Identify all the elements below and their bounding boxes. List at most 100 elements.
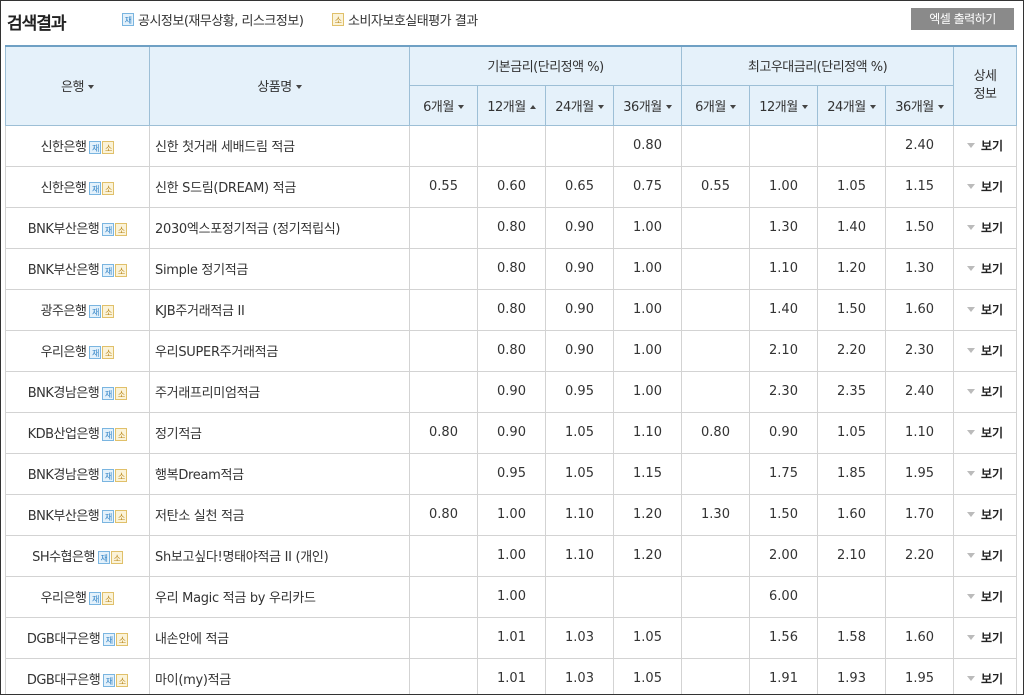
max-rate-cell: 1.95 [884, 452, 955, 495]
detail-cell: 보기 [953, 452, 1018, 495]
view-detail-button[interactable]: 보기 [967, 631, 1003, 645]
sort-max-36m-header[interactable]: 36개월 [884, 84, 955, 126]
bank-name: 신한은행 [40, 140, 87, 155]
view-detail-button[interactable]: 보기 [967, 590, 1003, 604]
max-rate-cell: 1.00 [749, 165, 818, 208]
consumer-badge-icon[interactable]: 소 [116, 633, 129, 646]
view-detail-button[interactable]: 보기 [967, 672, 1003, 686]
bank-cell: DGB대구은행 재 소 [5, 616, 150, 659]
view-detail-button[interactable]: 보기 [967, 303, 1003, 317]
max-rate-cell [817, 575, 886, 618]
base-rate-cell: 0.90 [545, 288, 614, 331]
base-rate-cell: 1.15 [613, 452, 682, 495]
results-header: 검색결과 재 공시정보(재무상황, 리스크정보) 소 소비자보호실태평가 결과 … [1, 1, 1023, 41]
detail-cell: 보기 [953, 165, 1018, 208]
base-rate-cell: 1.00 [613, 206, 682, 249]
base-rate-cell: 0.80 [409, 411, 478, 454]
base-rate-cell: 0.90 [545, 247, 614, 290]
consumer-badge-icon[interactable]: 소 [115, 469, 128, 482]
max-rate-cell: 2.10 [749, 329, 818, 372]
consumer-badge-icon[interactable]: 소 [102, 182, 115, 195]
disclosure-badge-icon[interactable]: 재 [89, 592, 102, 605]
max-rate-cell: 2.00 [749, 534, 818, 577]
view-detail-button[interactable]: 보기 [967, 221, 1003, 235]
sort-down-icon [937, 104, 944, 109]
max-rate-cell: 1.58 [817, 616, 886, 659]
bank-cell: 우리은행 재 소 [5, 329, 150, 372]
legend-disclosure-label: 공시정보(재무상황, 리스크정보) [138, 14, 304, 29]
disclosure-badge-icon[interactable]: 재 [102, 264, 115, 277]
base-rate-cell: 0.80 [477, 247, 546, 290]
view-detail-button[interactable]: 보기 [967, 549, 1003, 563]
disclosure-badge-icon[interactable]: 재 [103, 633, 116, 646]
view-detail-button[interactable]: 보기 [967, 139, 1003, 153]
disclosure-badge-icon[interactable]: 재 [102, 510, 115, 523]
sort-max-6m-header[interactable]: 6개월 [681, 84, 750, 126]
product-name: 신한 S드림(DREAM) 적금 [149, 165, 410, 208]
max-rate-cell [817, 124, 886, 167]
disclosure-badge-icon[interactable]: 재 [103, 674, 116, 687]
sort-base-36m-header[interactable]: 36개월 [613, 84, 682, 126]
base-rate-cell [477, 124, 546, 167]
consumer-badge-icon[interactable]: 소 [115, 223, 128, 236]
disclosure-badge-icon[interactable]: 재 [102, 387, 115, 400]
base-rate-cell: 1.00 [613, 247, 682, 290]
disclosure-badge-icon[interactable]: 재 [97, 551, 110, 564]
base-rate-cell: 0.65 [545, 165, 614, 208]
base-rate-cell: 1.03 [545, 616, 614, 659]
base-rate-cell: 0.90 [477, 411, 546, 454]
consumer-badge-icon[interactable]: 소 [116, 674, 129, 687]
base-rate-cell: 0.80 [409, 493, 478, 536]
base-rate-group-header: 기본금리(단리정액 %) [409, 45, 682, 86]
view-detail-button[interactable]: 보기 [967, 467, 1003, 481]
sort-base-24m-header[interactable]: 24개월 [545, 84, 614, 126]
base-rate-cell: 0.95 [477, 452, 546, 495]
consumer-badge-icon[interactable]: 소 [102, 592, 115, 605]
disclosure-badge-icon[interactable]: 재 [102, 223, 115, 236]
consumer-badge-icon[interactable]: 소 [102, 346, 115, 359]
bank-cell: BNK경남은행 재 소 [5, 370, 150, 413]
sort-max-12m-header[interactable]: 12개월 [749, 84, 818, 126]
view-detail-button[interactable]: 보기 [967, 344, 1003, 358]
disclosure-badge-icon[interactable]: 재 [89, 305, 102, 318]
results-panel: 검색결과 재 공시정보(재무상황, 리스크정보) 소 소비자보호실태평가 결과 … [0, 0, 1024, 695]
consumer-badge-icon[interactable]: 소 [102, 141, 115, 154]
view-detail-button[interactable]: 보기 [967, 180, 1003, 194]
sort-bank-header[interactable]: 은행 [5, 45, 150, 126]
max-rate-cell [681, 124, 750, 167]
sort-base-6m-header[interactable]: 6개월 [409, 84, 478, 126]
disclosure-badge-icon[interactable]: 재 [89, 346, 102, 359]
product-name: 마이(my)적금 [149, 657, 410, 694]
consumer-badge-icon[interactable]: 소 [110, 551, 123, 564]
base-rate-cell: 1.20 [613, 493, 682, 536]
excel-export-button[interactable]: 엑셀 출력하기 [911, 8, 1014, 30]
disclosure-badge-icon[interactable]: 재 [102, 428, 115, 441]
sort-down-icon [869, 104, 876, 109]
base-rate-cell: 1.01 [477, 616, 546, 659]
max-rate-cell: 2.20 [817, 329, 886, 372]
consumer-badge-icon[interactable]: 소 [115, 510, 128, 523]
consumer-badge-icon[interactable]: 소 [115, 264, 128, 277]
sort-product-header[interactable]: 상품명 [149, 45, 410, 126]
sort-max-24m-header[interactable]: 24개월 [817, 84, 886, 126]
base-rate-cell [409, 124, 478, 167]
view-detail-button[interactable]: 보기 [967, 385, 1003, 399]
view-detail-button[interactable]: 보기 [967, 508, 1003, 522]
view-detail-button[interactable]: 보기 [967, 426, 1003, 440]
disclosure-badge-icon: 재 [122, 13, 134, 26]
max-rate-cell [681, 452, 750, 495]
base-rate-cell: 1.00 [477, 534, 546, 577]
sort-base-12m-header[interactable]: 12개월 [477, 84, 546, 126]
consumer-badge-icon[interactable]: 소 [115, 387, 128, 400]
expand-arrow-icon [967, 471, 975, 476]
view-detail-button[interactable]: 보기 [967, 262, 1003, 276]
consumer-badge-icon[interactable]: 소 [102, 305, 115, 318]
consumer-badge-icon[interactable]: 소 [115, 428, 128, 441]
max-rate-cell [681, 370, 750, 413]
disclosure-badge-icon[interactable]: 재 [89, 141, 102, 154]
table-row: KDB산업은행 재 소 정기적금 0.80 0.90 1.05 1.10 0.80 0.90 1.0… [5, 411, 1018, 454]
max-rate-cell [681, 534, 750, 577]
disclosure-badge-icon[interactable]: 재 [89, 182, 102, 195]
disclosure-badge-icon[interactable]: 재 [102, 469, 115, 482]
table-row: SH수협은행 재 소 Sh보고싶다!명태야적금 II (개인) 1.00 1.10 1.20… [5, 534, 1018, 577]
